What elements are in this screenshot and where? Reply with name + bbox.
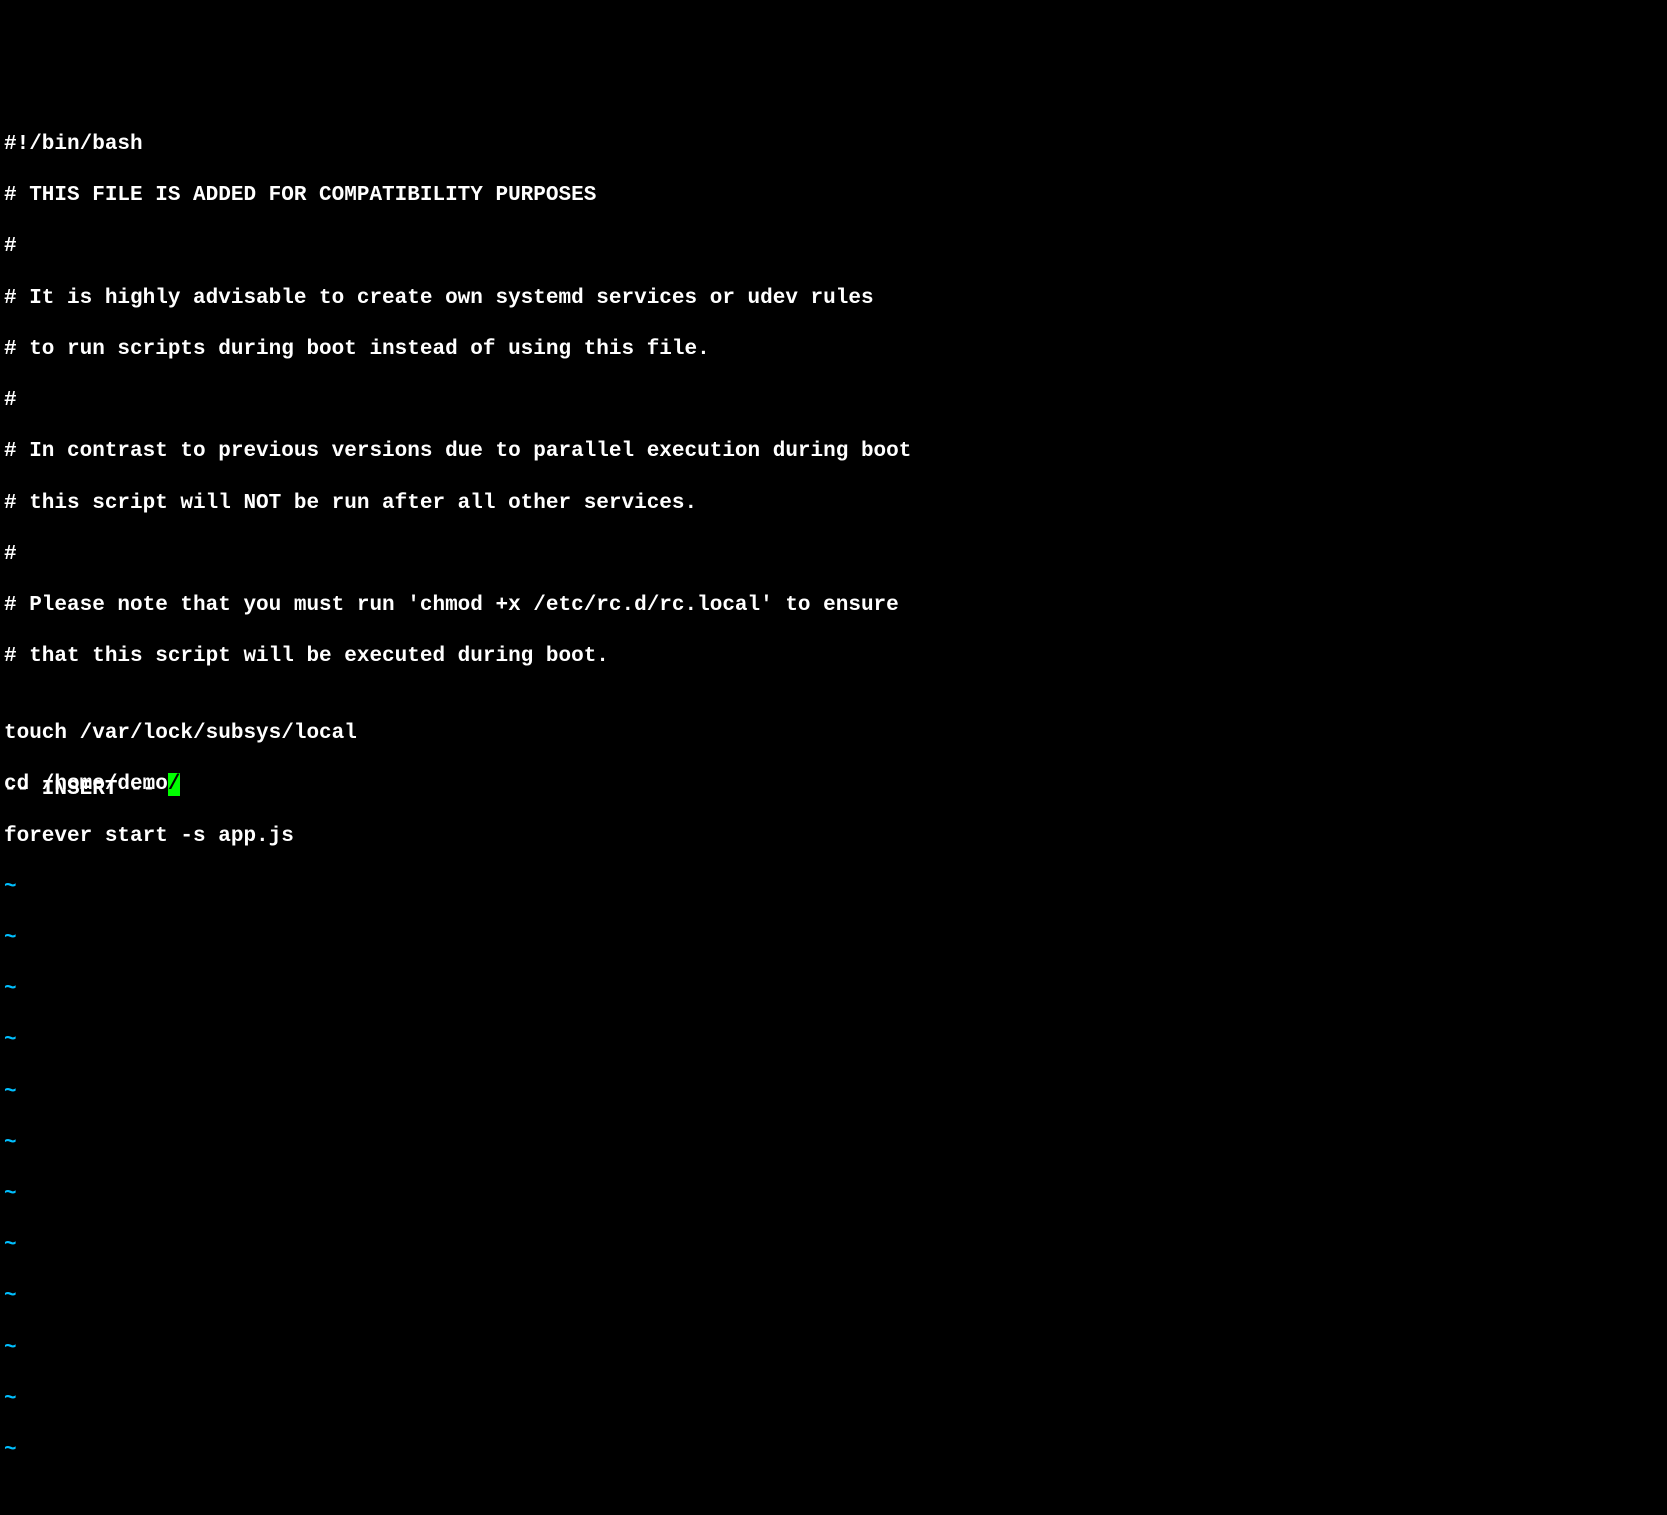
code-line: # <box>4 388 1667 414</box>
code-line: # to run scripts during boot instead of … <box>4 337 1667 363</box>
code-line: # It is highly advisable to create own s… <box>4 286 1667 312</box>
code-line: # THIS FILE IS ADDED FOR COMPATIBILITY P… <box>4 183 1667 209</box>
code-line: # <box>4 234 1667 260</box>
code-line: forever start -s app.js <box>4 824 1667 850</box>
empty-line-tilde: ~ <box>4 1336 1667 1362</box>
code-line: # Please note that you must run 'chmod +… <box>4 593 1667 619</box>
empty-line-tilde: ~ <box>4 926 1667 952</box>
empty-line-tilde: ~ <box>4 1438 1667 1464</box>
empty-line-tilde: ~ <box>4 875 1667 901</box>
empty-line-tilde: ~ <box>4 1233 1667 1259</box>
code-line: #!/bin/bash <box>4 132 1667 158</box>
code-line: # that this script will be executed duri… <box>4 644 1667 670</box>
cursor-line: cd /home/demo/ <box>4 772 1667 798</box>
terminal-editor[interactable]: #!/bin/bash # THIS FILE IS ADDED FOR COM… <box>0 102 1667 913</box>
vim-mode-indicator: -- INSERT -- <box>4 777 155 803</box>
empty-line-tilde: ~ <box>4 1387 1667 1413</box>
code-line: # this script will NOT be run after all … <box>4 491 1667 517</box>
code-line: touch /var/lock/subsys/local <box>4 721 1667 747</box>
code-line: # In contrast to previous versions due t… <box>4 439 1667 465</box>
empty-line-tilde: ~ <box>4 1080 1667 1106</box>
empty-line-tilde: ~ <box>4 1131 1667 1157</box>
empty-line-tilde: ~ <box>4 1284 1667 1310</box>
code-line: # <box>4 542 1667 568</box>
cursor: / <box>168 773 181 796</box>
empty-line-tilde: ~ <box>4 1028 1667 1054</box>
empty-line-tilde: ~ <box>4 1182 1667 1208</box>
empty-line-tilde: ~ <box>4 977 1667 1003</box>
